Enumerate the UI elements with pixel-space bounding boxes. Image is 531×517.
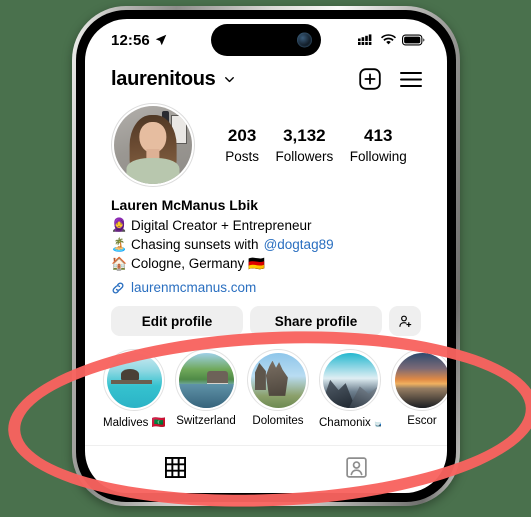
highlight-label: Switzerland (176, 415, 236, 428)
edit-profile-button[interactable]: Edit profile (111, 306, 243, 337)
share-profile-button[interactable]: Share profile (250, 306, 382, 337)
front-camera-icon (297, 32, 312, 48)
highlight-ring (319, 349, 381, 412)
tagged-person-icon (346, 457, 367, 478)
plus-square-icon[interactable] (358, 67, 382, 91)
house-emoji-icon: 🏠 (111, 255, 128, 271)
phone-frame: 12:56 laurenitous 203 Posts 3,132 Follow… (72, 6, 460, 506)
bio-mention-link[interactable]: @dogtag89 (264, 235, 334, 254)
action-buttons-row: Edit profile Share profile (85, 295, 447, 337)
profile-header: laurenitous (85, 57, 447, 95)
person-emoji-icon: 🧕 (111, 217, 128, 233)
highlight-label: Maldives 🇲🇻 (103, 417, 165, 430)
highlight-cover (178, 352, 234, 408)
highlights-row: Maldives 🇲🇻 Switzerland Dolomites Chamon… (85, 336, 447, 429)
header-actions (358, 67, 423, 91)
bio-link-text: laurenmcmanus.com (131, 280, 257, 296)
bio-text: Chasing sunsets with (131, 237, 259, 253)
status-indicators (358, 34, 425, 46)
highlight-label: Dolomites (252, 415, 304, 428)
page-title: laurenitous (111, 67, 216, 90)
bio-text: Cologne, Germany 🇩🇪 (131, 256, 265, 272)
stat-value: 3,132 (283, 126, 326, 146)
bio-text: Digital Creator + Entrepreneur (131, 218, 312, 233)
profile-summary: 203 Posts 3,132 Followers 413 Following (85, 95, 447, 187)
grid-posts-icon (165, 456, 186, 478)
island-emoji-icon: 🏝️ (111, 236, 128, 252)
stat-label: Followers (275, 148, 334, 164)
bio-link[interactable]: laurenmcmanus.com (111, 280, 421, 295)
highlight-cover (394, 352, 447, 408)
status-time-label: 12:56 (111, 31, 150, 49)
highlight-escorted[interactable]: Escor (391, 349, 447, 429)
status-bar: 12:56 (85, 19, 447, 57)
stat-label: Posts (225, 148, 259, 164)
bio-line: 🏠 Cologne, Germany 🇩🇪 (111, 254, 421, 273)
profile-tab-bar (85, 445, 447, 488)
add-person-button[interactable] (389, 306, 421, 337)
highlight-maldives[interactable]: Maldives 🇲🇻 (103, 349, 165, 429)
phone-screen: 12:56 laurenitous 203 Posts 3,132 Follow… (85, 19, 447, 493)
status-time-group: 12:56 (111, 32, 167, 49)
bio-line: 🏝️ Chasing sunsets with @dogtag89 (111, 235, 421, 254)
highlight-ring (175, 349, 237, 412)
tab-posts[interactable] (85, 446, 266, 488)
link-chain-icon (112, 282, 124, 294)
chevron-down-icon (224, 76, 234, 82)
stat-posts[interactable]: 203 Posts (225, 126, 259, 163)
stats-row: 203 Posts 3,132 Followers 413 Following (195, 126, 421, 163)
stat-value: 203 (227, 126, 257, 146)
dynamic-island (211, 24, 321, 56)
bio-section: Lauren McManus Lbik 🧕 Digital Creator + … (85, 187, 447, 295)
display-name: Lauren McManus Lbik (111, 197, 259, 213)
bio-line: 🧕 Digital Creator + Entrepreneur (111, 216, 421, 235)
stat-value: 413 (364, 126, 393, 146)
highlight-switzerland[interactable]: Switzerland (175, 349, 237, 429)
highlight-label: Escor (407, 415, 437, 428)
highlight-dolomites[interactable]: Dolomites (247, 349, 309, 429)
person-add-icon (398, 315, 411, 328)
highlight-cover (322, 352, 378, 408)
phone-bezel: 12:56 laurenitous 203 Posts 3,132 Follow… (76, 10, 456, 502)
username-dropdown[interactable]: laurenitous (111, 68, 236, 91)
location-arrow-icon (155, 34, 167, 46)
stat-followers[interactable]: 3,132 Followers (275, 126, 333, 163)
avatar-image (114, 106, 192, 184)
battery-icon (402, 34, 425, 46)
highlight-ring (103, 349, 165, 412)
stat-following[interactable]: 413 Following (350, 126, 407, 163)
hamburger-menu-icon[interactable] (399, 70, 423, 89)
highlight-chamonix[interactable]: Chamonix 🎿 (319, 349, 381, 429)
highlight-cover (106, 352, 162, 408)
avatar[interactable] (111, 103, 195, 187)
highlight-ring (247, 349, 309, 412)
cellular-signal-icon (358, 34, 372, 45)
highlight-ring (391, 349, 447, 412)
highlight-cover (250, 352, 306, 408)
stat-label: Following (349, 148, 407, 164)
avatar-top (126, 158, 180, 184)
wifi-icon (381, 34, 396, 45)
highlight-label: Chamonix 🎿 (319, 417, 381, 430)
tab-tagged[interactable] (266, 446, 447, 488)
